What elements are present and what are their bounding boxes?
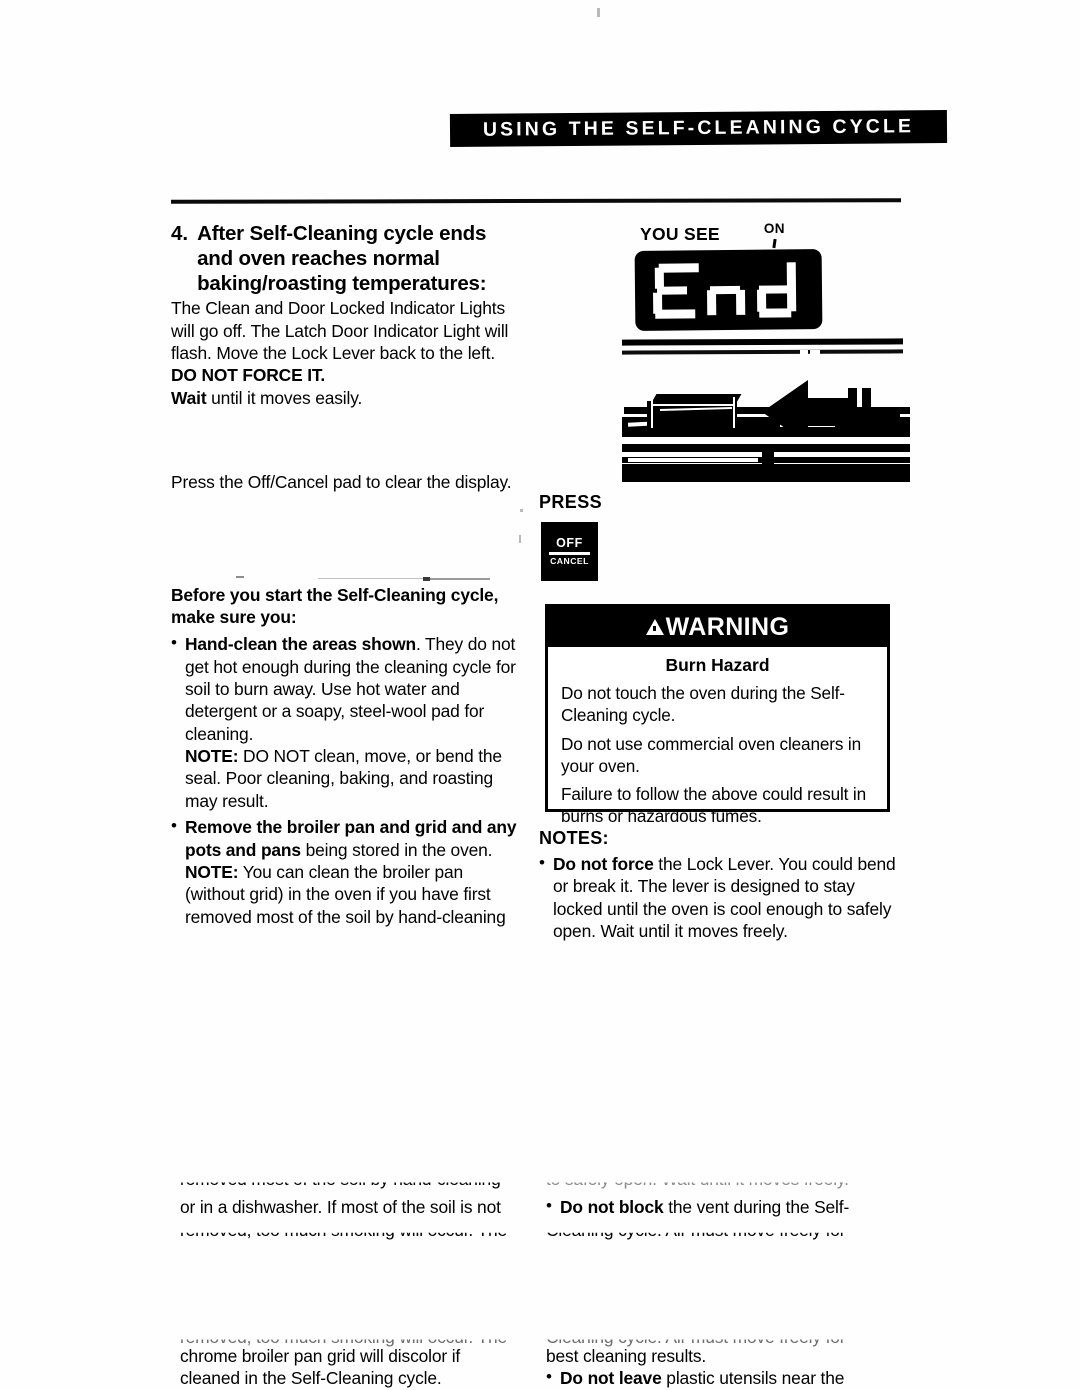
off-cancel-pad-cancel-label: CANCEL xyxy=(550,555,589,566)
segment xyxy=(658,263,699,273)
scan-artifact-clipped-line: removed, too much smoking will occur. Th… xyxy=(180,1220,507,1244)
note-do-not-block: Do not block the vent during the Self- xyxy=(546,1195,898,1218)
left-bottom-block: chrome broiler pan grid will discolor if… xyxy=(180,1345,528,1390)
note-broiler-pan: NOTE: You can clean the broiler pan (wit… xyxy=(171,861,523,928)
scan-artifact-clipped-line: Cleaning cycle. Air must move freely for xyxy=(546,1220,846,1244)
warning-word: WARNING xyxy=(665,612,790,641)
warning-body: Burn Hazard Do not touch the oven during… xyxy=(548,647,887,828)
bullet-hand-clean: Hand-clean the areas shown. They do not … xyxy=(171,632,523,745)
rule-gap xyxy=(810,350,820,354)
before-you-start-text: Before you start the Self-Cleaning cycle… xyxy=(171,584,499,627)
step-body-part2: until it moves easily. xyxy=(206,387,363,408)
rule-gap xyxy=(800,350,808,354)
note-seal-label: NOTE: xyxy=(185,746,239,767)
scan-artifact-clipped-line: removed most of the soil by hand-cleanin… xyxy=(180,1169,525,1194)
note-do-not-leave-text: plastic utensils near the xyxy=(661,1368,845,1389)
note-broiler-label: NOTE: xyxy=(185,861,239,882)
warning-title: Burn Hazard xyxy=(665,655,770,675)
note-do-not-block-text-1: the vent during the Self- xyxy=(663,1197,850,1217)
warning-box: WARNING Burn Hazard Do not touch the ove… xyxy=(545,604,890,826)
scan-artifact-rule xyxy=(423,577,430,581)
artifact-text: removed, too much smoking will occur. Th… xyxy=(180,1220,507,1241)
artifact-text: Cleaning cycle. Air must move freely for xyxy=(546,1220,846,1241)
segment xyxy=(654,267,664,289)
step-4: 4. After Self-Cleaning cycle ends and ov… xyxy=(171,222,523,296)
warning-banner-text: WARNING xyxy=(645,612,790,641)
scan-artifact-clipped-line: to safely open. Wait until it moves free… xyxy=(546,1169,896,1194)
right-bottom-line: best cleaning results. xyxy=(546,1346,707,1366)
page-header-title: USING THE SELF-CLEANING CYCLE xyxy=(482,115,915,141)
lock-lever-illustration xyxy=(620,360,910,482)
notes-section: NOTES: Do not force the Lock Lever. You … xyxy=(539,828,905,942)
segment xyxy=(759,308,792,318)
off-cancel-pad-off-label: OFF xyxy=(556,536,583,551)
left-bottom-line: chrome broiler pan grid will discolor if xyxy=(180,1346,461,1366)
artifact-text: removed most of the soil by hand-cleanin… xyxy=(180,1169,501,1189)
right-continued-block: Do not block the vent during the Self- C… xyxy=(546,1195,898,1240)
warning-triangle-icon xyxy=(645,619,664,635)
press-label: PRESS xyxy=(539,492,603,512)
on-indicator: ON xyxy=(763,221,785,249)
wait-emphasis: Wait xyxy=(171,387,207,408)
warning-line: Do not touch the oven during the Self-Cl… xyxy=(561,683,845,725)
on-indicator-tick-icon xyxy=(772,238,777,249)
note-do-not-leave: Do not leave plastic utensils near the xyxy=(546,1366,898,1389)
panel-gap xyxy=(622,437,910,444)
step-heading: After Self-Cleaning cycle ends and oven … xyxy=(197,222,487,295)
left-continued-line: or in a dishwasher. If most of the soil … xyxy=(180,1197,501,1217)
warning-line: Failure to follow the above could result… xyxy=(561,784,867,827)
you-see-label: YOU SEE xyxy=(640,224,720,244)
right-bottom-block: best cleaning results. Do not leave plas… xyxy=(546,1345,898,1390)
note-do-not-force-lead: Do not force xyxy=(553,854,654,874)
display-divider-rule xyxy=(621,338,904,346)
panel-gap xyxy=(628,458,758,462)
header-divider-rule xyxy=(170,198,902,204)
scan-artifact-rule xyxy=(428,578,490,580)
step-body-text: The Clean and Door Locked Indicator Ligh… xyxy=(171,297,523,409)
segment xyxy=(786,262,797,312)
left-continued-block: or in a dishwasher. If most of the soil … xyxy=(180,1196,528,1240)
note-do-not-block-lead: Do not block xyxy=(560,1197,664,1217)
lock-lever-knob-outline xyxy=(651,397,653,428)
notes-heading: NOTES: xyxy=(539,828,609,848)
scanned-manual-page: USING THE SELF-CLEANING CYCLE 4. After S… xyxy=(0,0,1080,1389)
off-cancel-pad-divider xyxy=(549,551,590,555)
display-divider-rule xyxy=(621,349,904,355)
scan-speck xyxy=(597,8,600,17)
lever-panel-base xyxy=(622,464,910,482)
warning-banner: WARNING xyxy=(548,607,887,647)
note-seal: NOTE: DO NOT clean, move, or bend the se… xyxy=(171,745,523,812)
scan-artifact-rule xyxy=(318,578,428,579)
left-bottom-line: cleaned in the Self-Cleaning cycle. xyxy=(180,1368,442,1389)
warning-line: Do not use commercial oven cleaners in y… xyxy=(561,733,861,776)
step-number: 4. xyxy=(171,222,189,245)
lock-lever-knob-outline xyxy=(733,397,735,428)
before-you-start-heading: Before you start the Self-Cleaning cycle… xyxy=(171,584,523,629)
off-cancel-pad[interactable]: OFF CANCEL xyxy=(541,522,598,581)
page-header-banner: USING THE SELF-CLEANING CYCLE xyxy=(449,110,948,147)
press-offcancel-instruction: Press the Off/Cancel pad to clear the di… xyxy=(171,472,512,493)
segment xyxy=(758,285,791,294)
segment xyxy=(655,309,696,319)
on-indicator-label: ON xyxy=(763,221,785,236)
bullet-remove-text: being stored in the oven. xyxy=(300,839,493,860)
step-body-part1: The Clean and Door Locked Indicator Ligh… xyxy=(171,298,509,364)
bullet-hand-clean-lead: Hand-clean the areas shown xyxy=(185,634,416,655)
note-do-not-leave-lead: Do not leave xyxy=(560,1368,662,1389)
lever-panel-notch xyxy=(762,448,774,466)
do-not-force-emphasis: DO NOT FORCE IT. xyxy=(171,365,326,386)
note-do-not-force: Do not force the Lock Lever. You could b… xyxy=(539,852,905,942)
artifact-text: to safely open. Wait until it moves free… xyxy=(546,1169,849,1189)
segment xyxy=(735,289,746,315)
arrow-shelf xyxy=(838,412,900,421)
scan-artifact-rule xyxy=(236,576,244,578)
lock-lever-knob-outline xyxy=(651,404,735,406)
bullet-remove-broiler-pan: Remove the broiler pan and grid and any … xyxy=(171,815,523,861)
you-see-row: YOU SEE ON xyxy=(640,221,785,249)
left-column: 4. After Self-Cleaning cycle ends and ov… xyxy=(171,222,523,928)
seven-segment-display xyxy=(634,249,823,331)
